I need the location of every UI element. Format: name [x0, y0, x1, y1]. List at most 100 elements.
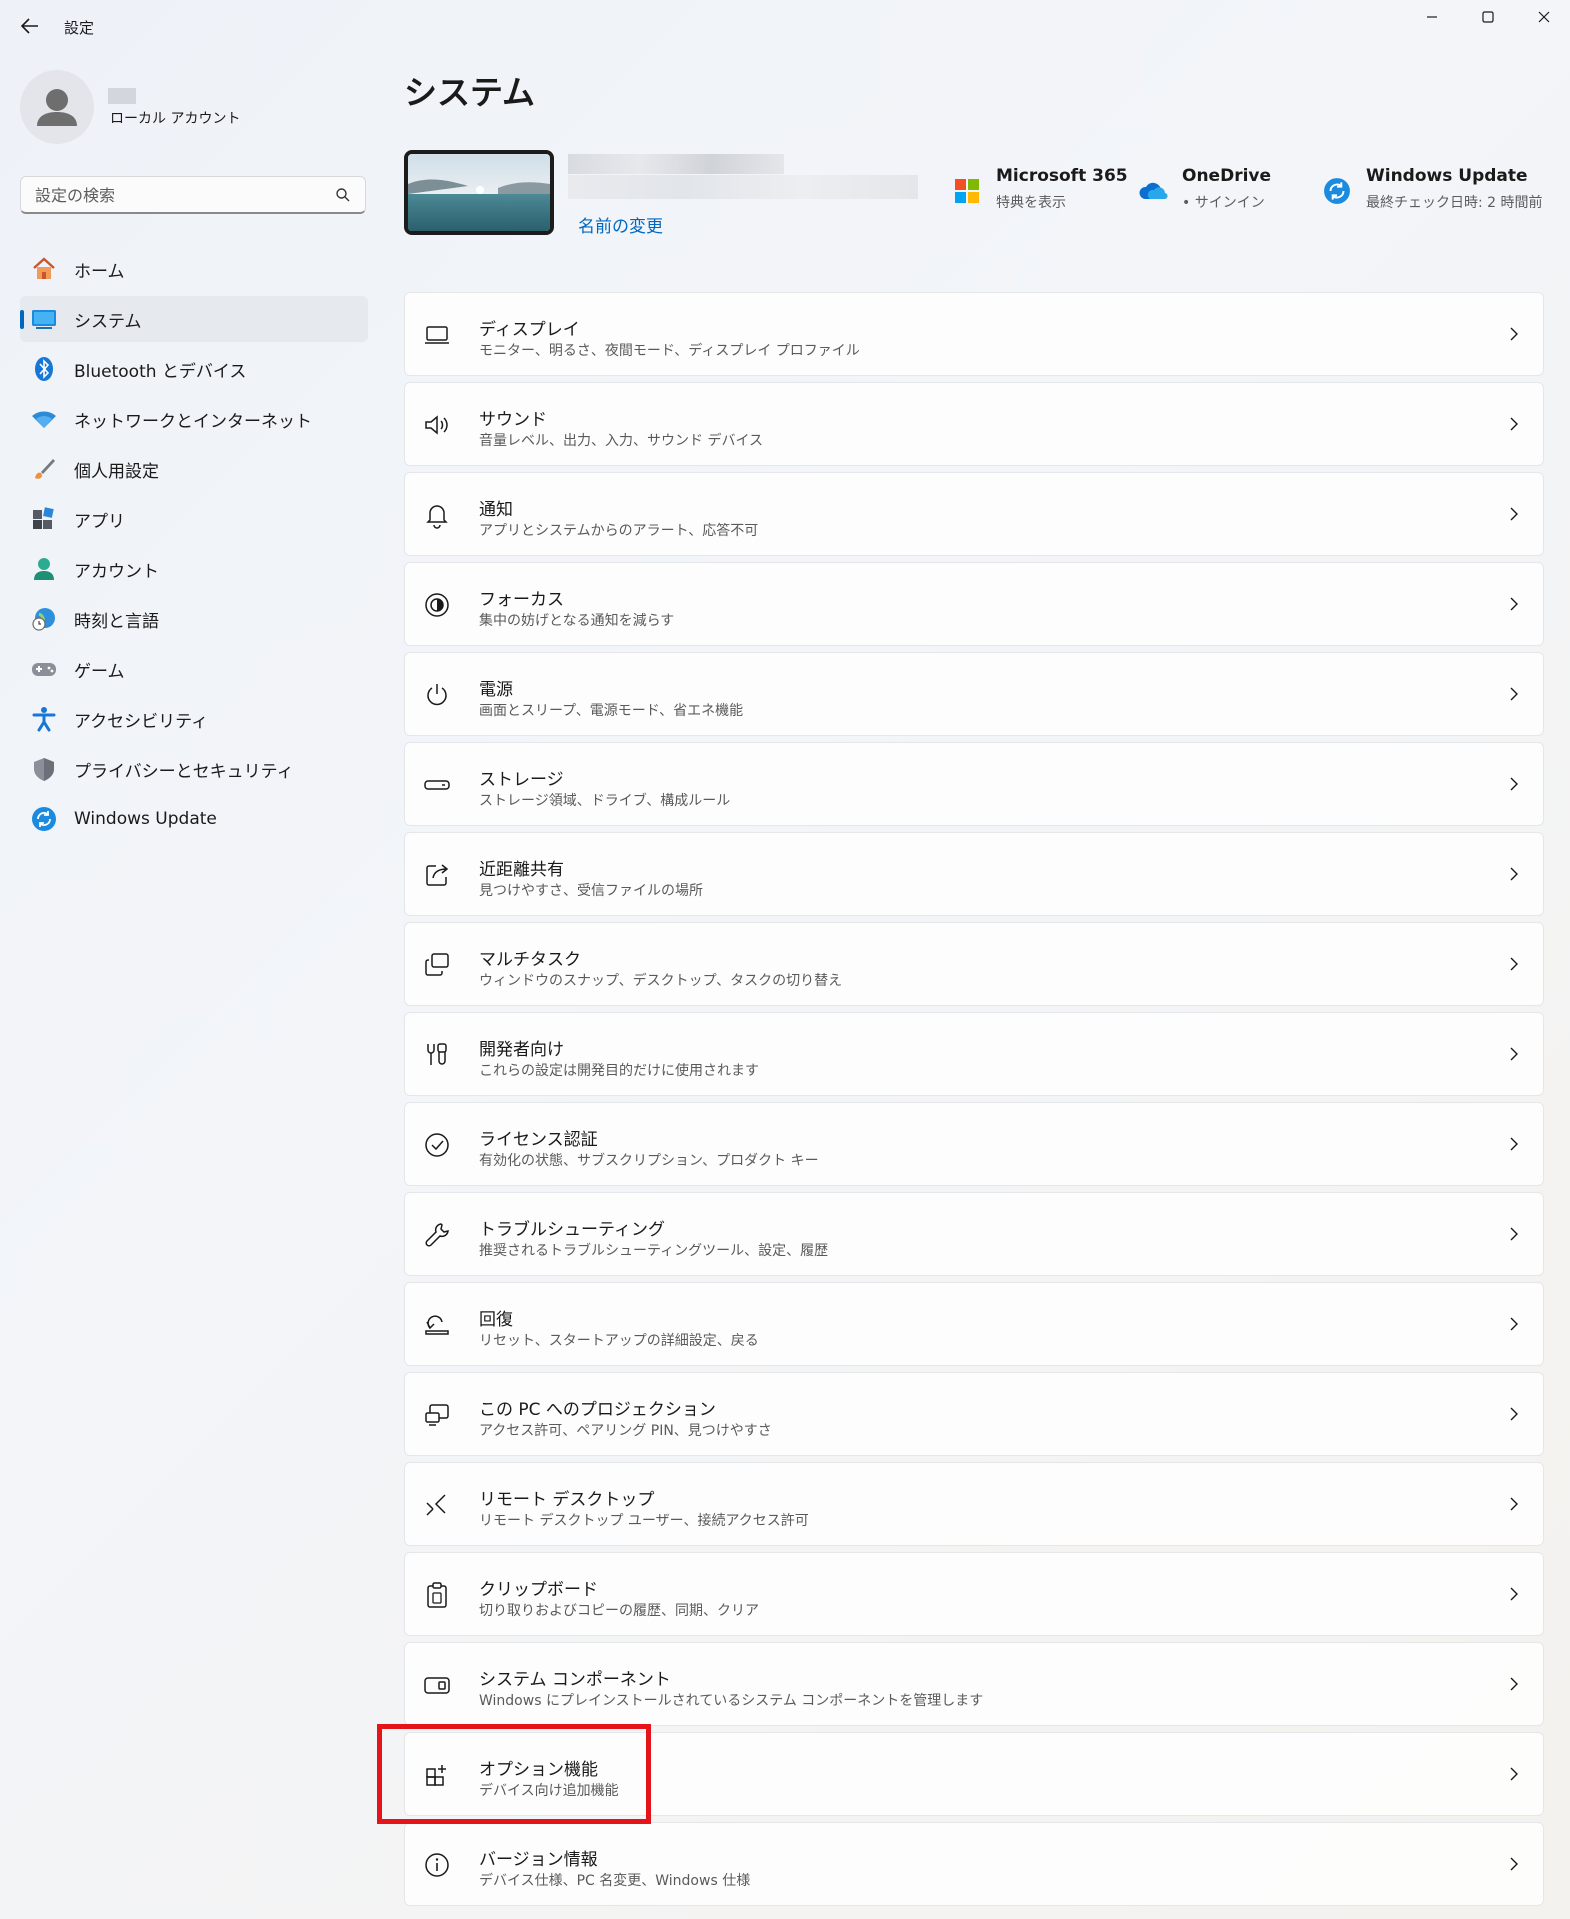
chevron-right-icon [1507, 416, 1521, 436]
card-title: ディスプレイ [479, 320, 580, 340]
person-icon [37, 89, 77, 126]
card-title: 電源 [479, 680, 513, 700]
card-title: リモート デスクトップ [479, 1490, 655, 1510]
sidebar-item-label: Bluetooth とデバイス [74, 361, 247, 382]
card-notifications[interactable]: 通知 アプリとシステムからのアラート、応答不可 [404, 472, 1544, 556]
card-activation[interactable]: ライセンス認証 有効化の状態、サブスクリプション、プロダクト キー [404, 1102, 1544, 1186]
card-clipboard[interactable]: クリップボード 切り取りおよびコピーの履歴、同期、クリア [404, 1552, 1544, 1636]
chevron-right-icon [1507, 1226, 1521, 1246]
maximize-button[interactable] [1466, 4, 1510, 30]
sidebar-item-accessibility[interactable]: アクセシビリティ [20, 696, 368, 742]
bluetooth-icon [30, 355, 58, 383]
search-icon[interactable] [335, 187, 351, 207]
windows-update-icon [1320, 174, 1354, 208]
sidebar-item-label: アカウント [74, 561, 159, 582]
brush-icon [30, 455, 58, 483]
chevron-right-icon [1507, 1586, 1521, 1606]
app-title: 設定 [64, 19, 95, 37]
card-about[interactable]: バージョン情報 デバイス仕様、PC 名変更、Windows 仕様 [404, 1822, 1544, 1906]
sidebar-item-apps[interactable]: アプリ [20, 496, 368, 542]
card-subtitle: 集中の妨げとなる通知を減らす [479, 613, 675, 629]
card-nearby-sharing[interactable]: 近距離共有 見つけやすさ、受信ファイルの場所 [404, 832, 1544, 916]
chevron-right-icon [1507, 326, 1521, 346]
card-remote-desktop[interactable]: リモート デスクトップ リモート デスクトップ ユーザー、接続アクセス許可 [404, 1462, 1544, 1546]
search-input[interactable] [33, 177, 337, 213]
sidebar-item-label: 個人用設定 [74, 461, 159, 482]
avatar[interactable] [20, 70, 94, 144]
sidebar-item-label: アクセシビリティ [74, 711, 209, 732]
remote-desktop-icon [423, 1491, 451, 1519]
sidebar-item-label: ホーム [74, 261, 125, 282]
quick-link-onedrive[interactable]: OneDrive • サインイン [1136, 166, 1271, 212]
sidebar-item-privacy-security[interactable]: プライバシーとセキュリティ [20, 746, 368, 792]
wrench-icon [423, 1221, 451, 1249]
sidebar-item-gaming[interactable]: ゲーム [20, 646, 368, 692]
rename-link[interactable]: 名前の変更 [578, 212, 663, 237]
chevron-right-icon [1507, 1496, 1521, 1516]
quick-link-title: Microsoft 365 [996, 166, 1128, 186]
card-storage[interactable]: ストレージ ストレージ領域、ドライブ、構成ルール [404, 742, 1544, 826]
quick-link-subtitle: • サインイン [1182, 195, 1265, 211]
chevron-right-icon [1507, 1046, 1521, 1066]
sidebar-item-network[interactable]: ネットワークとインターネット [20, 396, 368, 442]
card-projecting-to-pc[interactable]: この PC へのプロジェクション アクセス許可、ペアリング PIN、見つけやすさ [404, 1372, 1544, 1456]
card-sound[interactable]: サウンド 音量レベル、出力、入力、サウンド デバイス [404, 382, 1544, 466]
recovery-icon [423, 1311, 451, 1339]
card-display[interactable]: ディスプレイ モニター、明るさ、夜間モード、ディスプレイ プロファイル [404, 292, 1544, 376]
quick-link-microsoft-365[interactable]: Microsoft 365 特典を表示 [950, 166, 1128, 212]
apps-icon [30, 505, 58, 533]
accessibility-icon [30, 705, 58, 733]
chevron-right-icon [1507, 506, 1521, 526]
card-system-components[interactable]: システム コンポーネント Windows にプレインストールされているシステム … [404, 1642, 1544, 1726]
card-subtitle: アクセス許可、ペアリング PIN、見つけやすさ [479, 1423, 772, 1439]
card-title: クリップボード [479, 1580, 598, 1600]
quick-link-windows-update[interactable]: Windows Update 最終チェック日時: 2 時間前 [1320, 166, 1543, 212]
card-for-developers[interactable]: 開発者向け これらの設定は開発目的だけに使用されます [404, 1012, 1544, 1096]
card-recovery[interactable]: 回復 リセット、スタートアップの詳細設定、戻る [404, 1282, 1544, 1366]
sidebar-item-label: プライバシーとセキュリティ [74, 761, 294, 782]
minimize-button[interactable] [1410, 4, 1454, 30]
card-power[interactable]: 電源 画面とスリープ、電源モード、省エネ機能 [404, 652, 1544, 736]
title-bar: 設定 [0, 0, 1570, 56]
card-title: この PC へのプロジェクション [479, 1400, 716, 1420]
sidebar-item-bluetooth[interactable]: Bluetooth とデバイス [20, 346, 368, 392]
card-title: 近距離共有 [479, 860, 564, 880]
quick-link-subtitle: 最終チェック日時: 2 時間前 [1366, 195, 1543, 211]
info-icon [423, 1851, 451, 1879]
bell-icon [423, 501, 451, 529]
sidebar-item-label: ゲーム [74, 661, 125, 682]
chevron-right-icon [1507, 1316, 1521, 1336]
card-multitasking[interactable]: マルチタスク ウィンドウのスナップ、デスクトップ、タスクの切り替え [404, 922, 1544, 1006]
card-focus[interactable]: フォーカス 集中の妨げとなる通知を減らす [404, 562, 1544, 646]
sidebar-item-personalization[interactable]: 個人用設定 [20, 446, 368, 492]
back-arrow-icon[interactable] [18, 14, 42, 38]
card-title: システム コンポーネント [479, 1670, 671, 1690]
card-subtitle: ウィンドウのスナップ、デスクトップ、タスクの切り替え [479, 973, 843, 989]
card-subtitle: アプリとシステムからのアラート、応答不可 [479, 523, 759, 539]
search-box[interactable] [20, 176, 366, 214]
chevron-right-icon [1507, 1406, 1521, 1426]
sidebar-item-windows-update[interactable]: Windows Update [20, 796, 368, 842]
chevron-right-icon [1507, 686, 1521, 706]
card-subtitle: 見つけやすさ、受信ファイルの場所 [479, 883, 703, 899]
card-subtitle: モニター、明るさ、夜間モード、ディスプレイ プロファイル [479, 343, 860, 359]
chevron-right-icon [1507, 1136, 1521, 1156]
device-wallpaper-thumbnail [404, 150, 554, 235]
wifi-icon [30, 405, 58, 433]
sidebar-item-system[interactable]: システム [20, 296, 368, 342]
developer-tools-icon [423, 1041, 451, 1069]
sidebar-item-time-language[interactable]: 時刻と言語 [20, 596, 368, 642]
card-troubleshoot[interactable]: トラブルシューティング 推奨されるトラブルシューティングツール、設定、履歴 [404, 1192, 1544, 1276]
gamepad-icon [30, 655, 58, 683]
chevron-right-icon [1507, 956, 1521, 976]
chevron-right-icon [1507, 1766, 1521, 1786]
display-icon [423, 321, 451, 349]
close-button[interactable] [1522, 4, 1566, 30]
sidebar-item-home[interactable]: ホーム [20, 246, 368, 292]
card-subtitle: 画面とスリープ、電源モード、省エネ機能 [479, 703, 744, 719]
sidebar-item-accounts[interactable]: アカウント [20, 546, 368, 592]
speaker-icon [423, 411, 451, 439]
card-subtitle: リモート デスクトップ ユーザー、接続アクセス許可 [479, 1513, 809, 1529]
card-subtitle: 音量レベル、出力、入力、サウンド デバイス [479, 433, 764, 449]
shield-icon [30, 755, 58, 783]
